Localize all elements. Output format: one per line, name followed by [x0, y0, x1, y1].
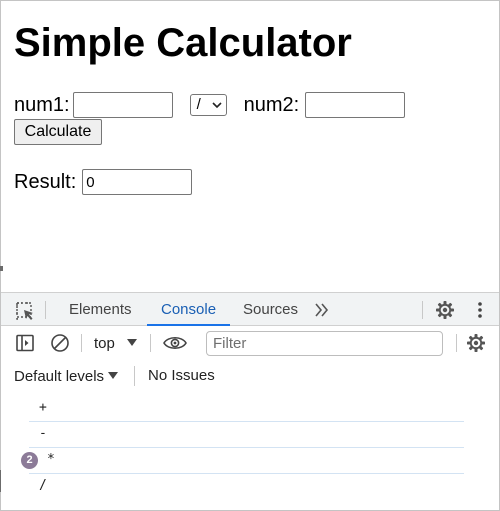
log-levels-dropdown[interactable]: Default levels: [14, 360, 119, 392]
console-levels-bar: Default levels No Issues: [1, 360, 499, 392]
log-levels-label: Default levels: [14, 367, 105, 385]
console-settings-icon[interactable]: [466, 333, 486, 353]
toolbar-divider: [456, 334, 457, 352]
edge-mark: [0, 266, 3, 271]
result-label: Result:: [14, 170, 77, 193]
num1-input[interactable]: [72, 92, 173, 118]
devtools-panel: Elements Console Sources top Filter Defa…: [1, 292, 499, 510]
toolbar-divider: [422, 301, 423, 319]
chevron-down-icon: [212, 102, 222, 109]
filter-input[interactable]: [206, 331, 443, 356]
console-message: 2 *: [21, 448, 464, 474]
toolbar-divider: [150, 334, 151, 352]
result-field[interactable]: [82, 169, 193, 195]
toolbar-divider: [134, 366, 135, 386]
chevron-double-right-icon[interactable]: [313, 301, 331, 319]
devtools-tab-bar: Elements Console Sources: [1, 292, 499, 326]
num1-label: num1:: [14, 93, 70, 116]
repeat-count-badge: 2: [21, 452, 38, 469]
console-message-text: -: [39, 426, 47, 441]
console-message: /: [29, 474, 464, 500]
operands-row: num1: / num2:: [14, 92, 406, 118]
operator-select[interactable]: /: [189, 94, 227, 116]
console-toolbar: top: [1, 326, 499, 360]
console-message: +: [29, 396, 464, 422]
console-message-text: /: [39, 478, 47, 493]
console-message: -: [29, 422, 464, 448]
toolbar-divider: [45, 301, 46, 319]
tab-console[interactable]: Console: [146, 293, 231, 326]
issues-status: No Issues: [148, 367, 215, 384]
context-selector[interactable]: top: [94, 326, 137, 360]
gear-icon[interactable]: [435, 300, 455, 320]
num2-label: num2:: [243, 93, 300, 116]
result-row: Result:: [14, 169, 193, 195]
inspect-element-icon[interactable]: [15, 301, 35, 321]
triangle-down-icon: [126, 339, 137, 346]
console-message-text: +: [39, 400, 47, 415]
triangle-down-icon: [108, 372, 119, 379]
toolbar-divider: [81, 334, 82, 352]
eye-icon[interactable]: [163, 333, 187, 353]
context-value: top: [94, 334, 115, 352]
sidebar-toggle-icon[interactable]: [15, 333, 35, 353]
clear-console-icon[interactable]: [50, 333, 70, 353]
calculate-button[interactable]: Calculate: [14, 119, 102, 145]
num2-input[interactable]: [305, 92, 406, 118]
kebab-menu-icon[interactable]: [471, 301, 489, 319]
operator-selected-value: /: [196, 96, 201, 113]
tab-sources[interactable]: Sources: [243, 293, 298, 326]
page-title: Simple Calculator: [14, 21, 352, 65]
console-message-text: *: [47, 452, 55, 467]
tab-elements[interactable]: Elements: [69, 293, 132, 326]
